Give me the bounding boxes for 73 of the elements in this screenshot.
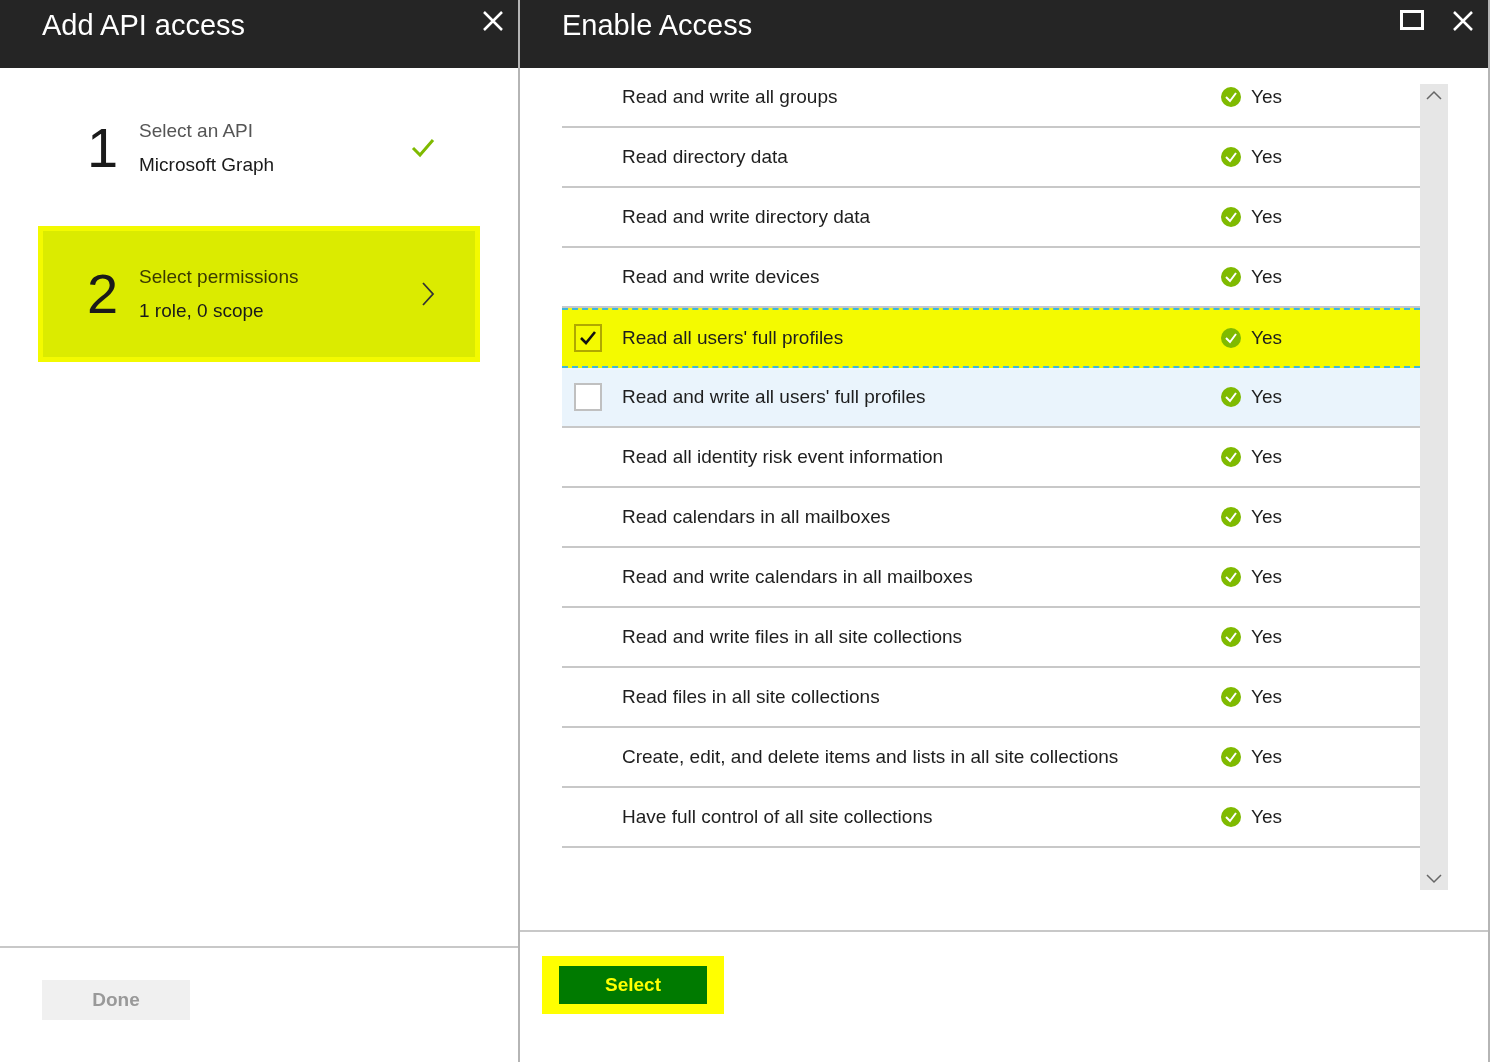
- check-circle-icon: [1221, 807, 1241, 827]
- permission-row[interactable]: Create, edit, and delete items and lists in all site collections Yes: [562, 728, 1420, 788]
- check-circle-icon: [1221, 567, 1241, 587]
- scroll-down-icon[interactable]: [1426, 874, 1442, 884]
- permission-name: Read files in all site collections: [622, 684, 881, 709]
- permission-name: Read directory data: [622, 144, 789, 169]
- permission-row[interactable]: Read and write all groups Yes: [562, 68, 1420, 128]
- admin-consent-value: Yes: [1251, 564, 1282, 589]
- step-item[interactable]: 2 Select permissions 1 role, 0 scope: [38, 226, 480, 362]
- permission-row[interactable]: Read and write files in all site collections Yes: [562, 608, 1420, 668]
- permission-name: Create, edit, and delete items and lists in all site collections: [622, 744, 1120, 769]
- step-detail: 1 role, 0 scope: [139, 299, 265, 323]
- admin-consent-value: Yes: [1251, 204, 1282, 229]
- maximize-icon[interactable]: [1400, 10, 1424, 30]
- permission-row[interactable]: Have full control of all site collections Yes: [562, 788, 1420, 848]
- permission-name: Read and write all users' full profiles: [622, 384, 927, 409]
- permission-name: Read and write directory data: [622, 204, 872, 229]
- check-circle-icon: [1221, 447, 1241, 467]
- check-circle-icon: [1221, 627, 1241, 647]
- check-icon: [411, 138, 435, 158]
- permission-row[interactable]: Read files in all site collections Yes: [562, 668, 1420, 728]
- admin-consent-value: Yes: [1251, 444, 1282, 469]
- step-title: Select an API: [139, 118, 255, 143]
- step-number: 2: [87, 261, 120, 327]
- step-detail: Microsoft Graph: [139, 153, 276, 177]
- permission-row[interactable]: Read and write all users' full profiles Yes: [562, 368, 1420, 428]
- permission-name: Read and write calendars in all mailboxes: [622, 564, 974, 589]
- check-circle-icon: [1221, 87, 1241, 107]
- blade-title: Add API access: [42, 8, 246, 43]
- permission-row[interactable]: Read directory data Yes: [562, 128, 1420, 188]
- admin-consent-value: Yes: [1251, 144, 1282, 169]
- permission-row[interactable]: Read calendars in all mailboxes Yes: [562, 488, 1420, 548]
- admin-consent-value: Yes: [1251, 684, 1282, 709]
- close-icon[interactable]: [1452, 10, 1474, 32]
- check-circle-icon: [1221, 147, 1241, 167]
- chevron-right-icon: [421, 281, 435, 307]
- admin-consent-value: Yes: [1251, 744, 1282, 769]
- check-circle-icon: [1221, 207, 1241, 227]
- select-button[interactable]: Select: [559, 966, 707, 1004]
- permission-row[interactable]: Read all users' full profiles Yes: [562, 308, 1420, 368]
- checkbox[interactable]: [574, 383, 602, 411]
- permission-name: Read all identity risk event information: [622, 444, 945, 469]
- check-circle-icon: [1221, 267, 1241, 287]
- checkbox[interactable]: [574, 324, 602, 352]
- scroll-up-icon[interactable]: [1426, 90, 1442, 100]
- permission-row[interactable]: Read and write directory data Yes: [562, 188, 1420, 248]
- close-icon[interactable]: [482, 10, 504, 32]
- admin-consent-value: Yes: [1251, 804, 1282, 829]
- check-circle-icon: [1221, 507, 1241, 527]
- admin-consent-value: Yes: [1251, 325, 1282, 350]
- step-title: Select permissions: [139, 264, 300, 289]
- admin-consent-value: Yes: [1251, 264, 1282, 289]
- check-circle-icon: [1221, 747, 1241, 767]
- admin-consent-value: Yes: [1251, 84, 1282, 109]
- blade-title: Enable Access: [562, 8, 753, 43]
- permission-name: Read all users' full profiles: [622, 325, 845, 350]
- admin-consent-value: Yes: [1251, 624, 1282, 649]
- permission-row[interactable]: Read all identity risk event information Yes: [562, 428, 1420, 488]
- permission-name: Read calendars in all mailboxes: [622, 504, 892, 529]
- permission-name: Read and write files in all site collections: [622, 624, 964, 649]
- check-circle-icon: [1221, 328, 1241, 348]
- step-number: 1: [87, 115, 120, 181]
- permission-name: Read and write devices: [622, 264, 821, 289]
- check-circle-icon: [1221, 387, 1241, 407]
- permission-name: Read and write all groups: [622, 84, 839, 109]
- step-item[interactable]: 1 Select an API Microsoft Graph: [38, 98, 480, 198]
- check-circle-icon: [1221, 687, 1241, 707]
- permission-row[interactable]: Read and write calendars in all mailboxes Yes: [562, 548, 1420, 608]
- permission-name: Have full control of all site collections: [622, 804, 934, 829]
- admin-consent-value: Yes: [1251, 384, 1282, 409]
- admin-consent-value: Yes: [1251, 504, 1282, 529]
- scrollbar[interactable]: [1420, 84, 1448, 890]
- checkmark-icon: [579, 330, 597, 346]
